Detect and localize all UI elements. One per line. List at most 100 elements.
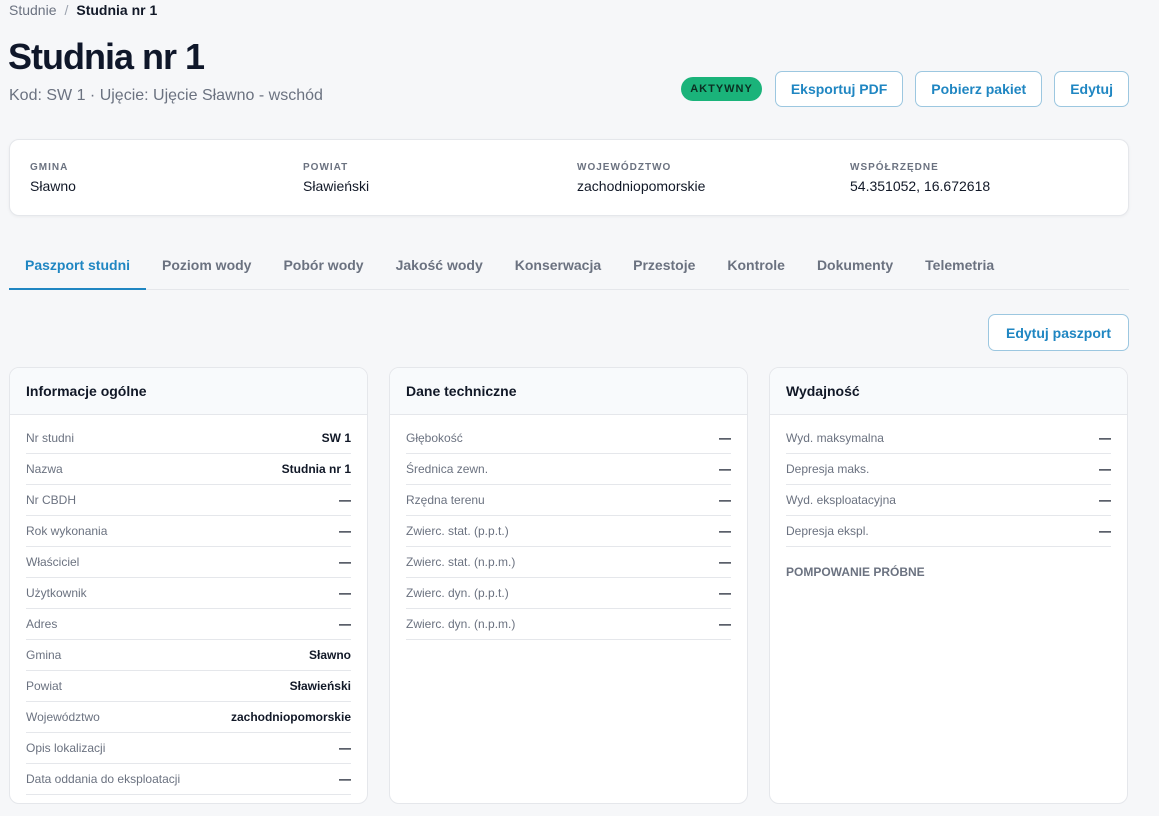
row-label: Właściciel [26, 555, 80, 569]
location-powiat: POWIAT Sławieński [303, 162, 369, 194]
panel-title: Informacje ogólne [10, 368, 367, 415]
info-row: Nazwa Studnia nr 1 [26, 454, 351, 485]
location-value: zachodniopomorskie [577, 178, 706, 194]
panel-rows: Głębokość — Średnica zewn. — Rzędna terenu… [390, 415, 747, 640]
edit-passport-button[interactable]: Edytuj paszport [988, 314, 1129, 351]
location-label: WSPÓŁRZĘDNE [850, 162, 939, 173]
tab-paszport-studni[interactable]: Paszport studni [9, 245, 147, 290]
export-pdf-button[interactable]: Eksportuj PDF [774, 71, 904, 107]
info-row: Głębokość — [406, 423, 731, 454]
row-value: — [719, 493, 731, 507]
row-label: Depresja ekspl. [786, 524, 869, 538]
row-value: — [1099, 493, 1111, 507]
panel-title: Dane techniczne [390, 368, 747, 415]
row-value: — [339, 741, 351, 755]
row-label: Zwierc. stat. (p.p.t.) [406, 524, 509, 538]
info-row: Gmina Sławno [26, 640, 351, 671]
row-value: — [339, 772, 351, 786]
row-label: Zwierc. dyn. (p.p.t.) [406, 586, 509, 600]
panel-rows: Wyd. maksymalna — Depresja maks. — Wyd. ek… [770, 415, 1127, 579]
row-value: — [1099, 524, 1111, 538]
download-package-button[interactable]: Pobierz pakiet [915, 71, 1043, 107]
row-label: Zwierc. dyn. (n.p.m.) [406, 617, 516, 631]
status-badge: AKTYWNY [681, 77, 762, 101]
row-label: Głębokość [406, 431, 463, 445]
panel-technical-data: Dane techniczne Głębokość — Średnica zewn… [389, 367, 748, 804]
row-value: — [339, 493, 351, 507]
row-value: — [339, 586, 351, 600]
row-label: Opis lokalizacji [26, 741, 106, 755]
info-row: Powiat Sławieński [26, 671, 351, 702]
location-value: Sławieński [303, 178, 370, 194]
panel-rows: Nr studni SW 1 Nazwa Studnia nr 1 Nr CBDH —… [10, 415, 367, 795]
info-row: Nr studni SW 1 [26, 423, 351, 454]
info-row: Rok wykonania — [26, 516, 351, 547]
info-row: Zwierc. stat. (n.p.m.) — [406, 547, 731, 578]
edit-button[interactable]: Edytuj [1054, 71, 1129, 107]
tab-pobor-wody[interactable]: Pobór wody [267, 245, 379, 290]
row-value: — [339, 524, 351, 538]
info-row: Zwierc. dyn. (p.p.t.) — [406, 578, 731, 609]
tab-jakosc-wody[interactable]: Jakość wody [380, 245, 499, 290]
info-row: Depresja maks. — [786, 454, 1111, 485]
row-value: Sławieński [289, 679, 351, 693]
location-label: WOJEWÓDZTWO [577, 162, 672, 173]
breadcrumb: Studnie / Studnia nr 1 [9, 2, 157, 18]
tab-poziom-wody[interactable]: Poziom wody [146, 245, 267, 290]
info-row: Właściciel — [26, 547, 351, 578]
panel-title: Wydajność [770, 368, 1127, 415]
tab-kontrole[interactable]: Kontrole [711, 245, 801, 290]
location-value: 54.351052, 16.672618 [850, 178, 991, 194]
info-row: Średnica zewn. — [406, 454, 731, 485]
breadcrumb-parent-link[interactable]: Studnie [9, 2, 56, 18]
tab-bar: Paszport studni Poziom wody Pobór wody J… [9, 245, 1129, 290]
tab-dokumenty[interactable]: Dokumenty [801, 245, 909, 290]
row-label: Wyd. maksymalna [786, 431, 884, 445]
row-label: Powiat [26, 679, 63, 693]
row-label: Rzędna terenu [406, 493, 485, 507]
info-row: Opis lokalizacji — [26, 733, 351, 764]
row-value: — [719, 462, 731, 476]
row-label: Średnica zewn. [406, 462, 489, 476]
info-row: Zwierc. stat. (p.p.t.) — [406, 516, 731, 547]
row-value: — [339, 617, 351, 631]
info-row: Wyd. maksymalna — [786, 423, 1111, 454]
row-value: — [1099, 462, 1111, 476]
tab-przestoje[interactable]: Przestoje [617, 245, 711, 290]
panel-general-info: Informacje ogólne Nr studni SW 1 Nazwa Stu… [9, 367, 368, 804]
tab-telemetria[interactable]: Telemetria [909, 245, 1010, 290]
row-value: — [719, 555, 731, 569]
row-label: Rok wykonania [26, 524, 108, 538]
row-value: — [719, 617, 731, 631]
row-value: — [339, 555, 351, 569]
page-title: Studnia nr 1 [8, 36, 205, 77]
location-label: POWIAT [303, 162, 349, 173]
info-row: Użytkownik — [26, 578, 351, 609]
row-label: Nr studni [26, 431, 75, 445]
section-label-test-pumping: POMPOWANIE PRÓBNE [786, 565, 925, 579]
row-label: Adres [26, 617, 58, 631]
row-value: zachodniopomorskie [230, 710, 351, 724]
row-value: — [719, 524, 731, 538]
row-label: Depresja maks. [786, 462, 870, 476]
breadcrumb-separator: / [64, 2, 69, 18]
info-row: Województwo zachodniopomorskie [26, 702, 351, 733]
info-row: Adres — [26, 609, 351, 640]
row-label: Województwo [26, 710, 100, 724]
info-row: Rzędna terenu — [406, 485, 731, 516]
location-card: GMINA Sławno POWIAT Sławieński WOJEWÓDZT… [9, 139, 1129, 216]
info-row: Depresja ekspl. — [786, 516, 1111, 547]
header-actions: AKTYWNY Eksportuj PDF Pobierz pakiet Edy… [681, 71, 1129, 107]
info-row: Wyd. eksploatacyjna — [786, 485, 1111, 516]
info-row: Zwierc. dyn. (n.p.m.) — [406, 609, 731, 640]
row-label: Użytkownik [26, 586, 87, 600]
info-row: Data oddania do eksploatacji — [26, 764, 351, 795]
location-wojewodztwo: WOJEWÓDZTWO zachodniopomorskie [577, 162, 705, 194]
row-value: — [719, 586, 731, 600]
row-value: Studnia nr 1 [281, 462, 351, 476]
panel-efficiency: Wydajność Wyd. maksymalna — Depresja maks… [769, 367, 1128, 804]
row-value: Sławno [308, 648, 351, 662]
tab-konserwacja[interactable]: Konserwacja [499, 245, 617, 290]
location-coordinates: WSPÓŁRZĘDNE 54.351052, 16.672618 [850, 162, 990, 194]
info-row: Nr CBDH — [26, 485, 351, 516]
